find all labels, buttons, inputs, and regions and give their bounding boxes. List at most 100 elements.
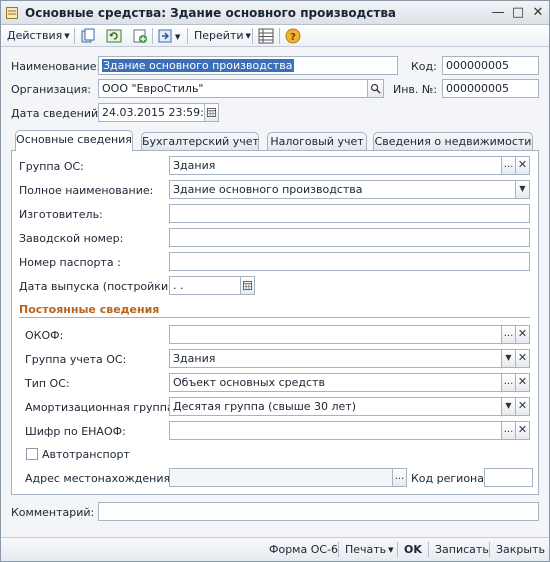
manufacturer-field[interactable] [169,204,530,223]
chevron-down-icon[interactable]: ▼ [501,397,516,416]
vehicle-label: Автотранспорт [42,448,130,461]
tab-real-estate[interactable]: Сведения о недвижимости [373,132,533,150]
name-value: Здание основного производства [102,59,294,72]
new-icon[interactable] [132,28,148,44]
permanent-info-title: Постоянные сведения [19,303,160,316]
inventory-label: Инв. №: [393,83,438,96]
goto-label: Перейти [194,29,244,42]
select-button[interactable]: ... [392,468,407,487]
select-button[interactable]: ... [501,156,516,175]
enaof-field[interactable] [169,421,502,440]
name-label: Наименование: [11,60,101,73]
okof-field[interactable] [169,325,502,344]
clear-icon[interactable]: ✕ [515,373,530,392]
tab-accounting[interactable]: Бухгалтерский учет [141,132,259,150]
chevron-down-icon[interactable]: ▼ [175,29,180,45]
minimize-icon[interactable]: — [489,4,507,22]
tab-panel: Группа ОС: Здания ... ✕ Полное наименова… [11,150,539,495]
code-field[interactable]: 000000005 [442,56,539,75]
close-button[interactable]: Закрыть [496,543,545,556]
organization-field[interactable]: ООО "ЕвроСтиль" [98,79,368,98]
clear-icon[interactable]: ✕ [515,421,530,440]
serial-label: Заводской номер: [19,232,124,245]
form-os6-button[interactable]: Форма ОС-6 [269,543,338,556]
region-code-field[interactable] [484,468,533,487]
form-window: Основные средства: Здание основного прои… [0,0,550,562]
passport-label: Номер паспорта : [19,256,121,269]
chevron-down-icon[interactable]: ▼ [515,180,530,199]
tab-main-info[interactable]: Основные сведения [15,130,133,151]
print-label: Печать [345,543,387,556]
code-label: Код: [411,60,437,73]
region-code-label: Код региона: [411,472,488,485]
chevron-down-icon[interactable]: ▼ [501,349,516,368]
name-field[interactable]: Здание основного производства [98,56,398,75]
okof-label: ОКОФ: [25,329,64,342]
comment-label: Комментарий: [11,506,95,519]
toolbar-divider [279,28,280,44]
serial-field[interactable] [169,228,530,247]
enaof-label: Шифр по ЕНАОФ: [25,425,126,438]
close-icon[interactable]: ✕ [529,4,547,22]
calendar-icon[interactable] [240,276,255,295]
calendar-icon[interactable] [204,103,219,122]
svg-text:?: ? [290,32,296,43]
structure-icon[interactable] [258,28,274,44]
passport-field[interactable] [169,252,530,271]
select-button[interactable]: ... [501,373,516,392]
toolbar-divider [187,28,188,44]
amortization-group-field[interactable]: Десятая группа (свыше 30 лет) [169,397,502,416]
accounting-group-label: Группа учета ОС: [25,353,127,366]
bottom-bar: Форма ОС-6 Печать ▼ OK Записать Закрыть [1,537,549,561]
accounting-group-field[interactable]: Здания [169,349,502,368]
bottom-divider [489,542,490,557]
copy-icon[interactable] [80,28,96,44]
select-button[interactable]: ... [501,421,516,440]
tab-tax[interactable]: Налоговый учет [267,132,367,150]
address-field[interactable] [169,468,393,487]
release-date-field[interactable]: . . [169,276,241,295]
maximize-icon[interactable]: □ [509,4,527,22]
refresh-icon[interactable] [106,28,122,44]
actions-menu-button[interactable]: Действия ▼ [7,28,70,44]
toolbar-divider [152,28,153,44]
clear-icon[interactable]: ✕ [515,325,530,344]
group-field[interactable]: Здания [169,156,502,175]
fullname-field[interactable]: Здание основного производства [169,180,517,199]
address-label: Адрес местонахождения: [25,472,174,485]
search-icon[interactable] [367,79,384,98]
ok-button[interactable]: OK [404,543,422,556]
date-label: Дата сведений: [11,107,102,120]
type-label: Тип ОС: [25,377,70,390]
print-menu-button[interactable]: Печать ▼ [345,543,394,556]
vehicle-checkbox[interactable] [26,448,38,460]
release-date-label: Дата выпуска (постройки): [19,280,177,293]
actions-label: Действия [7,29,63,42]
bottom-divider [397,542,398,557]
help-icon[interactable]: ? [285,28,301,44]
title-bar: Основные средства: Здание основного прои… [1,1,549,25]
toolbar: Действия ▼ ▼ Перейти ▼ ? [1,25,549,47]
toolbar-divider [74,28,75,44]
bottom-divider [338,542,339,557]
comment-field[interactable] [98,502,539,521]
clear-icon[interactable]: ✕ [515,349,530,368]
date-field[interactable]: 24.03.2015 23:59:59 [98,103,205,122]
clear-icon[interactable]: ✕ [515,397,530,416]
fullname-label: Полное наименование: [19,184,154,197]
toolbar-divider [252,28,253,44]
goto-menu-button[interactable]: Перейти ▼ [194,28,251,44]
select-button[interactable]: ... [501,325,516,344]
save-button[interactable]: Записать [435,543,489,556]
inventory-field[interactable]: 000000005 [442,79,539,98]
bottom-divider [428,542,429,557]
window-title: Основные средства: Здание основного прои… [25,6,397,20]
clear-icon[interactable]: ✕ [515,156,530,175]
arrow-menu-icon[interactable] [158,28,174,44]
organization-label: Организация: [11,83,92,96]
group-label: Группа ОС: [19,160,84,173]
amortization-group-label: Амортизационная группа: [25,401,178,414]
section-divider [19,317,530,318]
form-icon [6,7,18,19]
type-field[interactable]: Объект основных средств [169,373,502,392]
